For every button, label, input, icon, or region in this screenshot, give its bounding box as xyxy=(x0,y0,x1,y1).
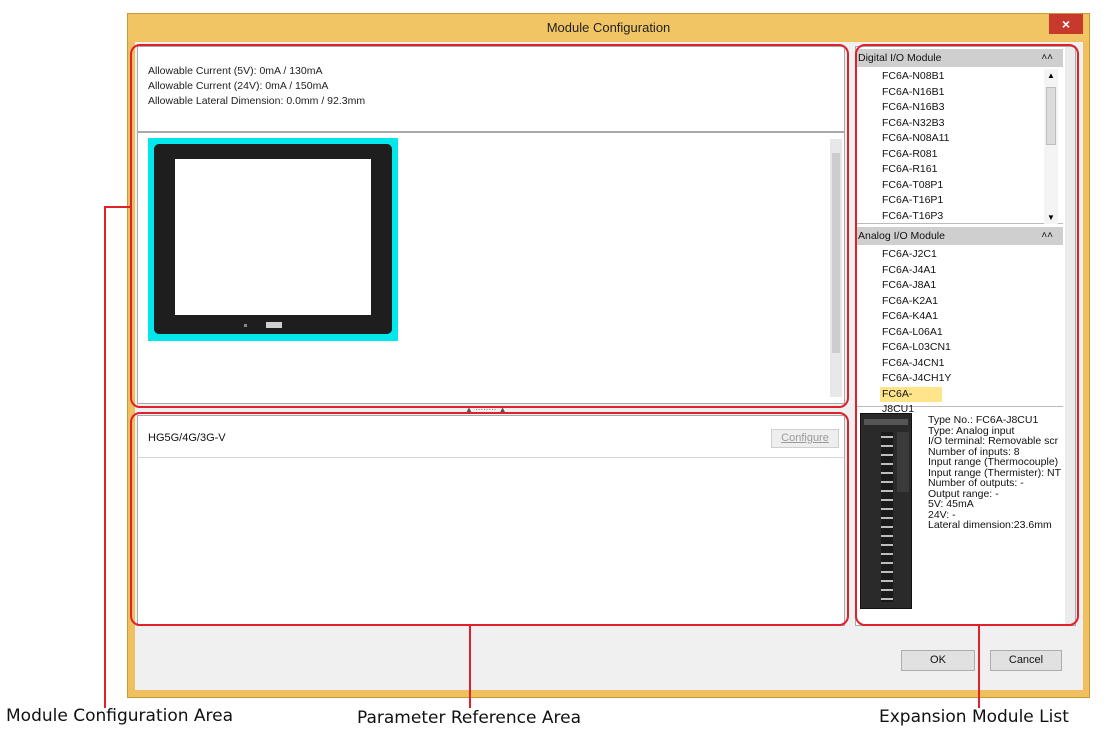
panel-splitter[interactable]: ▲ ········ ▲ xyxy=(465,405,507,414)
list-item[interactable]: FC6A-R161 xyxy=(856,162,1063,178)
status-panel xyxy=(897,432,909,492)
detail-5v: 5V: 45mA xyxy=(928,498,974,510)
list-item[interactable]: FC6A-L06A1 xyxy=(856,325,1063,341)
list-item[interactable]: FC6A-J8A1 xyxy=(856,278,1063,294)
parameter-header: HG5G/4G/3G-V Configure xyxy=(138,416,844,458)
module-details: Type No.: FC6A-J8CU1 Type: Analog input … xyxy=(928,415,1074,531)
list-item[interactable]: FC6A-L03CN1 xyxy=(856,340,1063,356)
callout-line xyxy=(469,624,471,708)
module-configuration-canvas[interactable] xyxy=(137,132,845,404)
list-item[interactable]: FC6A-R081 xyxy=(856,147,1063,163)
list-item[interactable]: FC6A-T08P1 xyxy=(856,178,1063,194)
ok-button[interactable]: OK xyxy=(901,650,975,671)
scroll-up-icon[interactable]: ▲ xyxy=(1044,71,1058,80)
allowable-lateral-dimension: Allowable Lateral Dimension: 0.0mm / 92.… xyxy=(148,95,366,107)
display-module-selection[interactable] xyxy=(148,138,398,341)
canvas-scroll-thumb[interactable] xyxy=(832,153,840,353)
list-item[interactable]: FC6A-N16B1 xyxy=(856,85,1063,101)
digital-io-header-label: Digital I/O Module xyxy=(858,52,942,64)
digital-list-scrollbar[interactable]: ▲ ▼ xyxy=(1044,69,1058,224)
detail-outputs: Number of outputs: - xyxy=(928,477,1024,489)
callout-line xyxy=(978,624,980,708)
callout-line xyxy=(104,206,131,208)
dialog-client: Allowable Current (5V): 0mA / 130mA Allo… xyxy=(135,42,1083,690)
detail-lateral-dimension: Lateral dimension:23.6mm xyxy=(928,519,1052,531)
list-item[interactable]: FC6A-T16P1 xyxy=(856,193,1063,209)
window-title: Module Configuration xyxy=(546,20,671,35)
status-led xyxy=(244,324,247,327)
list-item[interactable]: FC6A-J4CN1 xyxy=(856,356,1063,372)
analog-io-header-label: Analog I/O Module xyxy=(858,230,945,242)
parameter-reference-area-label: Parameter Reference Area xyxy=(357,708,581,728)
list-item[interactable]: FC6A-J2C1 xyxy=(856,247,1063,263)
parameter-reference-panel: HG5G/4G/3G-V Configure xyxy=(137,415,845,626)
allowable-current-24v: Allowable Current (24V): 0mA / 150mA xyxy=(148,80,329,92)
selected-device-name: HG5G/4G/3G-V xyxy=(148,432,226,444)
analog-io-header[interactable]: Analog I/O Module ˄˄ xyxy=(856,227,1063,245)
list-scrollbar[interactable] xyxy=(1065,47,1075,625)
configure-button[interactable]: Configure xyxy=(771,429,839,448)
list-item-selected[interactable]: FC6A-J8CU1 xyxy=(880,386,942,415)
expansion-module-list: Digital I/O Module ˄˄ FC6A-N08B1 FC6A-N1… xyxy=(855,46,1076,626)
list-item[interactable]: FC6A-K2A1 xyxy=(856,294,1063,310)
usb-cover xyxy=(266,322,282,328)
list-item[interactable]: FC6A-N08A11 xyxy=(856,131,1063,147)
terminal-block xyxy=(881,432,893,602)
list-item[interactable]: FC6A-T16P3 xyxy=(856,209,1063,224)
title-bar: Module Configuration × xyxy=(128,14,1089,41)
digital-io-list: FC6A-N08B1 FC6A-N16B1 FC6A-N16B3 FC6A-N3… xyxy=(856,69,1063,224)
module-configuration-window: Module Configuration × Allowable Current… xyxy=(127,13,1090,698)
module-preview-image xyxy=(860,413,912,609)
analog-io-list: FC6A-J2C1 FC6A-J4A1 FC6A-J8A1 FC6A-K2A1 … xyxy=(856,247,1063,415)
list-item[interactable]: FC6A-K4A1 xyxy=(856,309,1063,325)
allowance-info-panel: Allowable Current (5V): 0mA / 130mA Allo… xyxy=(137,46,845,132)
canvas-scrollbar[interactable] xyxy=(830,139,842,397)
cancel-button[interactable]: Cancel xyxy=(990,650,1062,671)
allowance-info: Allowable Current (5V): 0mA / 130mA Allo… xyxy=(148,64,365,109)
digital-io-header[interactable]: Digital I/O Module ˄˄ xyxy=(856,49,1063,67)
close-button[interactable]: × xyxy=(1049,14,1083,34)
list-item[interactable]: FC6A-N08B1 xyxy=(856,69,1063,85)
detail-input-range-thermocouple: Input range (Thermocouple) xyxy=(928,456,1059,468)
collapse-icon[interactable]: ˄˄ xyxy=(1041,49,1053,67)
module-header-label xyxy=(864,419,908,425)
scroll-down-icon[interactable]: ▼ xyxy=(1044,213,1058,222)
expansion-module-list-label: Expansion Module List xyxy=(879,707,1069,727)
list-item[interactable]: FC6A-N32B3 xyxy=(856,116,1063,132)
list-item[interactable]: FC6A-J4CH1Y xyxy=(856,371,1063,387)
list-item[interactable]: FC6A-J4A1 xyxy=(856,263,1063,279)
module-configuration-area-label: Module Configuration Area xyxy=(6,706,234,726)
display-screen xyxy=(175,159,371,315)
digital-scroll-thumb[interactable] xyxy=(1046,87,1056,145)
callout-line xyxy=(104,206,106,708)
detail-type-no: Type No.: FC6A-J8CU1 xyxy=(928,415,1039,426)
detail-io-terminal: I/O terminal: Removable scr xyxy=(928,435,1059,447)
allowable-current-5v: Allowable Current (5V): 0mA / 130mA xyxy=(148,65,323,77)
list-item[interactable]: FC6A-N16B3 xyxy=(856,100,1063,116)
collapse-icon[interactable]: ˄˄ xyxy=(1041,227,1053,245)
display-bezel xyxy=(154,144,392,334)
